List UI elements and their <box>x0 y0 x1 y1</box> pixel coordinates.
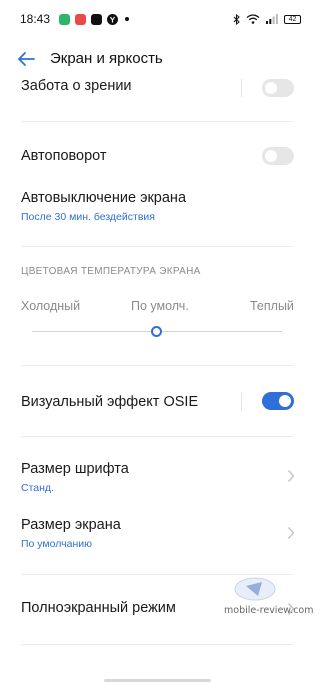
osie-toggle[interactable] <box>262 392 294 410</box>
fullscreen-label: Полноэкранный режим <box>21 600 176 616</box>
divider <box>21 121 294 122</box>
chevron-right-icon <box>287 470 295 482</box>
screen-timeout-label: Автовыключение экрана <box>21 190 187 206</box>
wifi-icon <box>246 14 260 24</box>
header: Экран и яркость <box>0 38 315 80</box>
row-separator <box>241 79 242 97</box>
youtube-icon <box>91 13 103 25</box>
auto-rotate-row[interactable]: Автоповорот <box>0 146 315 170</box>
divider <box>21 644 294 645</box>
screen-timeout-row[interactable]: Автовыключение экрана После 30 мин. безд… <box>0 188 315 228</box>
display-size-value: По умолчанию <box>21 538 93 550</box>
font-size-value: Станд. <box>21 482 54 494</box>
divider <box>21 436 294 437</box>
color-temp-default-label: По умолч. <box>131 299 189 313</box>
page-title: Экран и яркость <box>50 50 163 67</box>
bluetooth-icon <box>233 13 240 25</box>
yandex-icon <box>107 13 119 25</box>
divider <box>21 246 294 247</box>
row-separator <box>241 393 242 411</box>
divider <box>21 365 294 366</box>
color-temp-warm-label: Теплый <box>250 299 294 313</box>
osie-label: Визуальный эффект OSIE <box>21 394 199 410</box>
auto-rotate-toggle[interactable] <box>262 147 294 165</box>
auto-rotate-label: Автоповорот <box>21 148 107 164</box>
home-indicator <box>104 679 211 682</box>
osie-row[interactable]: Визуальный эффект OSIE <box>0 392 315 416</box>
battery-icon: 42 <box>284 14 301 24</box>
back-arrow-icon[interactable] <box>16 50 36 68</box>
watermark-text: mobile-review.com <box>224 605 314 616</box>
chevron-right-icon <box>287 527 295 539</box>
color-temperature-section-title: ЦВЕТОВАЯ ТЕМПЕРАТУРА ЭКРАНА <box>21 266 201 277</box>
font-size-label: Размер шрифта <box>21 461 129 477</box>
color-temperature-slider-thumb[interactable] <box>151 326 162 337</box>
screen-timeout-value: После 30 мин. бездействия <box>21 211 155 223</box>
status-bar: 18:43 42 <box>0 0 315 38</box>
eye-care-label: Забота о зрении <box>21 78 132 94</box>
more-dot-icon <box>125 17 130 21</box>
display-size-row[interactable]: Размер экрана По умолчанию <box>0 515 315 555</box>
eye-care-row[interactable]: Забота о зрении <box>0 76 315 100</box>
status-time: 18:43 <box>20 12 51 26</box>
red-app-icon <box>75 13 87 25</box>
color-temp-cold-label: Холодный <box>21 299 81 313</box>
display-size-label: Размер экрана <box>21 517 121 533</box>
green-app-icon <box>59 13 71 25</box>
signal-icon <box>266 14 278 24</box>
font-size-row[interactable]: Размер шрифта Станд. <box>0 459 315 499</box>
eye-care-toggle[interactable] <box>262 79 294 97</box>
